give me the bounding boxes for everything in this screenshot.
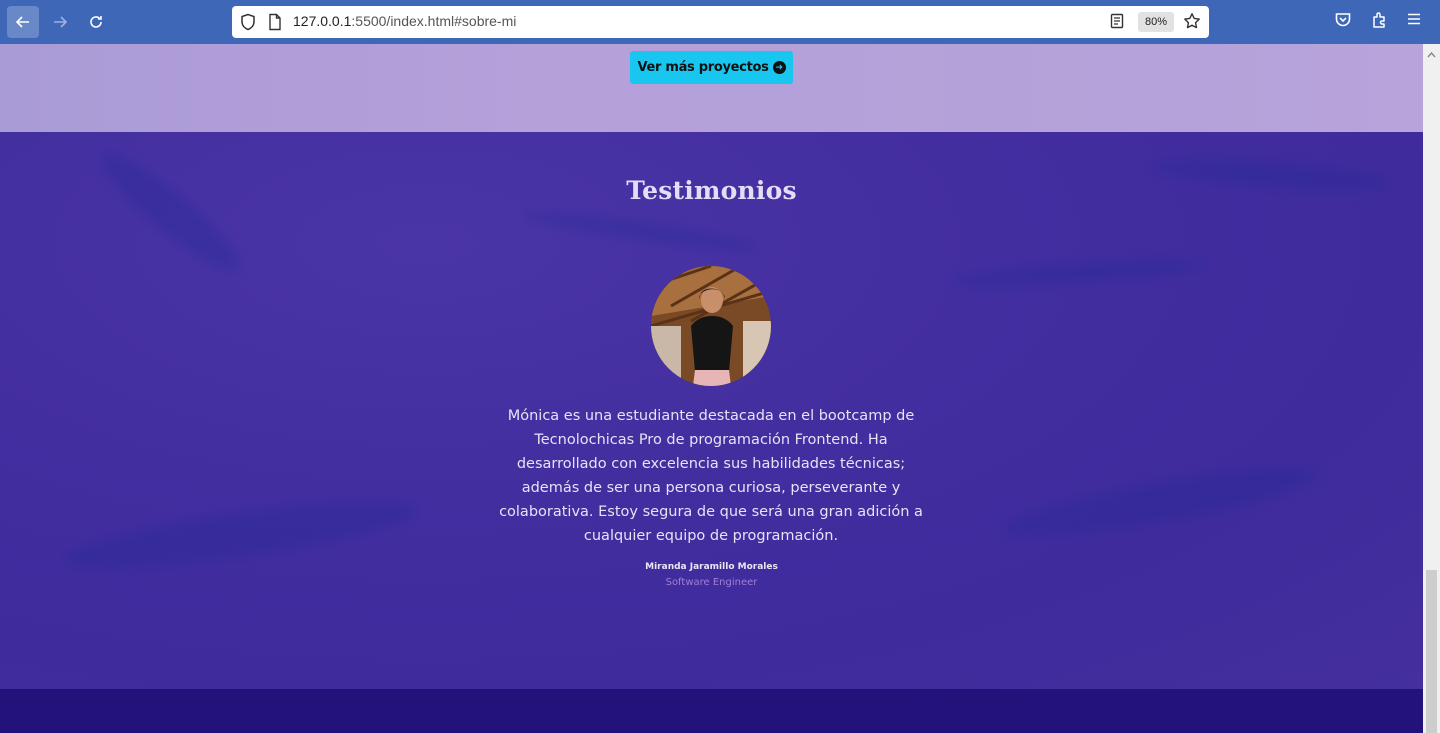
testimonial-avatar [651, 266, 771, 386]
back-arrow-icon[interactable] [7, 6, 39, 38]
background-brush-stroke [88, 138, 252, 286]
reload-icon[interactable] [80, 6, 112, 38]
testimonial-author: Miranda Jaramillo Morales [645, 562, 778, 572]
scroll-up-arrow-icon[interactable] [1426, 46, 1437, 58]
hamburger-menu-icon[interactable] [1406, 11, 1422, 31]
projects-section: Ver más proyectos ➜ [0, 44, 1423, 132]
testimonial-quote: Mónica es una estudiante destacada en el… [499, 408, 923, 544]
url-text[interactable]: 127.0.0.1:5500/index.html#sobre-mi [293, 13, 516, 29]
forward-arrow-icon[interactable] [44, 6, 76, 38]
testimonials-section: Testimonios Mónica es una estudiante des… [0, 132, 1423, 689]
background-brush-stroke [519, 205, 761, 257]
url-path: :5500/index.html#sobre-mi [351, 13, 517, 29]
scrollbar-thumb[interactable] [1426, 570, 1437, 733]
browser-toolbar: 127.0.0.1:5500/index.html#sobre-mi 80% [0, 0, 1440, 44]
page-viewport: Ver más proyectos ➜ Testimonios Mónica e… [0, 44, 1423, 733]
url-bar[interactable]: 127.0.0.1:5500/index.html#sobre-mi 80% [232, 6, 1209, 38]
pocket-icon[interactable] [1334, 11, 1352, 33]
background-brush-stroke [949, 252, 1211, 294]
arrow-right-circle-icon: ➜ [772, 61, 786, 74]
shield-icon[interactable] [240, 13, 256, 35]
testimonial-role: Software Engineer [665, 577, 758, 588]
page-icon[interactable] [268, 13, 282, 35]
reader-view-icon[interactable] [1110, 13, 1124, 33]
zoom-level-badge[interactable]: 80% [1138, 12, 1174, 32]
footer-section [0, 689, 1423, 733]
more-projects-button[interactable]: Ver más proyectos ➜ [630, 51, 793, 84]
more-projects-label: Ver más proyectos [637, 60, 769, 75]
url-host: 127.0.0.1 [293, 13, 352, 29]
extensions-icon[interactable] [1371, 11, 1389, 33]
testimonials-title: Testimonios [626, 176, 797, 205]
star-icon[interactable] [1183, 12, 1201, 34]
background-brush-stroke [998, 454, 1322, 550]
